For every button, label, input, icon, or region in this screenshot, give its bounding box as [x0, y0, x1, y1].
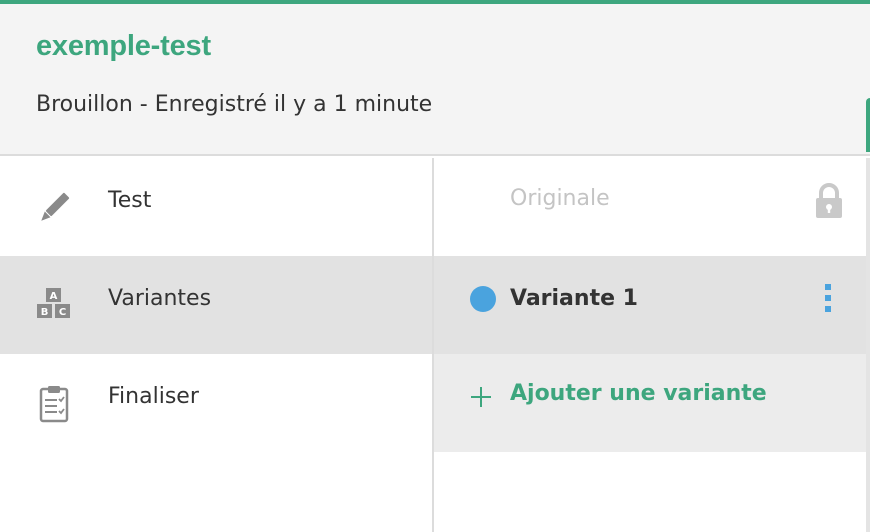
test-header: exemple-test Brouillon - Enregistré il y… [0, 4, 870, 156]
abc-blocks-icon: A B C [37, 288, 70, 318]
variant-label: Variante 1 [510, 286, 638, 311]
right-edge [866, 158, 870, 532]
header-edge-accent [866, 98, 870, 152]
steps-sidebar: Test A B C Variantes Finaliser [0, 158, 432, 532]
svg-text:B: B [41, 307, 49, 318]
lock-icon [816, 183, 842, 218]
svg-text:C: C [59, 307, 66, 318]
clipboard-checklist-icon [39, 386, 69, 423]
original-label: Originale [510, 186, 610, 211]
variant-row-original: Originale [434, 158, 866, 256]
add-variant-label: Ajouter une variante [510, 381, 767, 406]
nav-item-test[interactable]: Test [0, 158, 432, 256]
nav-item-finaliser[interactable]: Finaliser [0, 354, 432, 452]
nav-label-finaliser: Finaliser [108, 384, 199, 409]
add-variant-button[interactable]: Ajouter une variante [434, 354, 866, 452]
nav-item-variantes[interactable]: A B C Variantes [0, 256, 432, 354]
save-status: Brouillon - Enregistré il y a 1 minute [36, 92, 433, 117]
plus-icon [471, 387, 491, 407]
pencil-icon [41, 192, 70, 221]
kebab-menu-icon[interactable] [822, 284, 834, 316]
nav-label-variantes: Variantes [108, 286, 212, 311]
variant-row[interactable]: Variante 1 [434, 256, 866, 354]
variant-color-dot [470, 286, 496, 312]
test-title[interactable]: exemple-test [36, 30, 211, 63]
nav-label-test: Test [108, 188, 152, 213]
svg-text:A: A [50, 291, 58, 302]
variants-panel: Originale Variante 1 Ajouter une variant… [434, 158, 866, 532]
